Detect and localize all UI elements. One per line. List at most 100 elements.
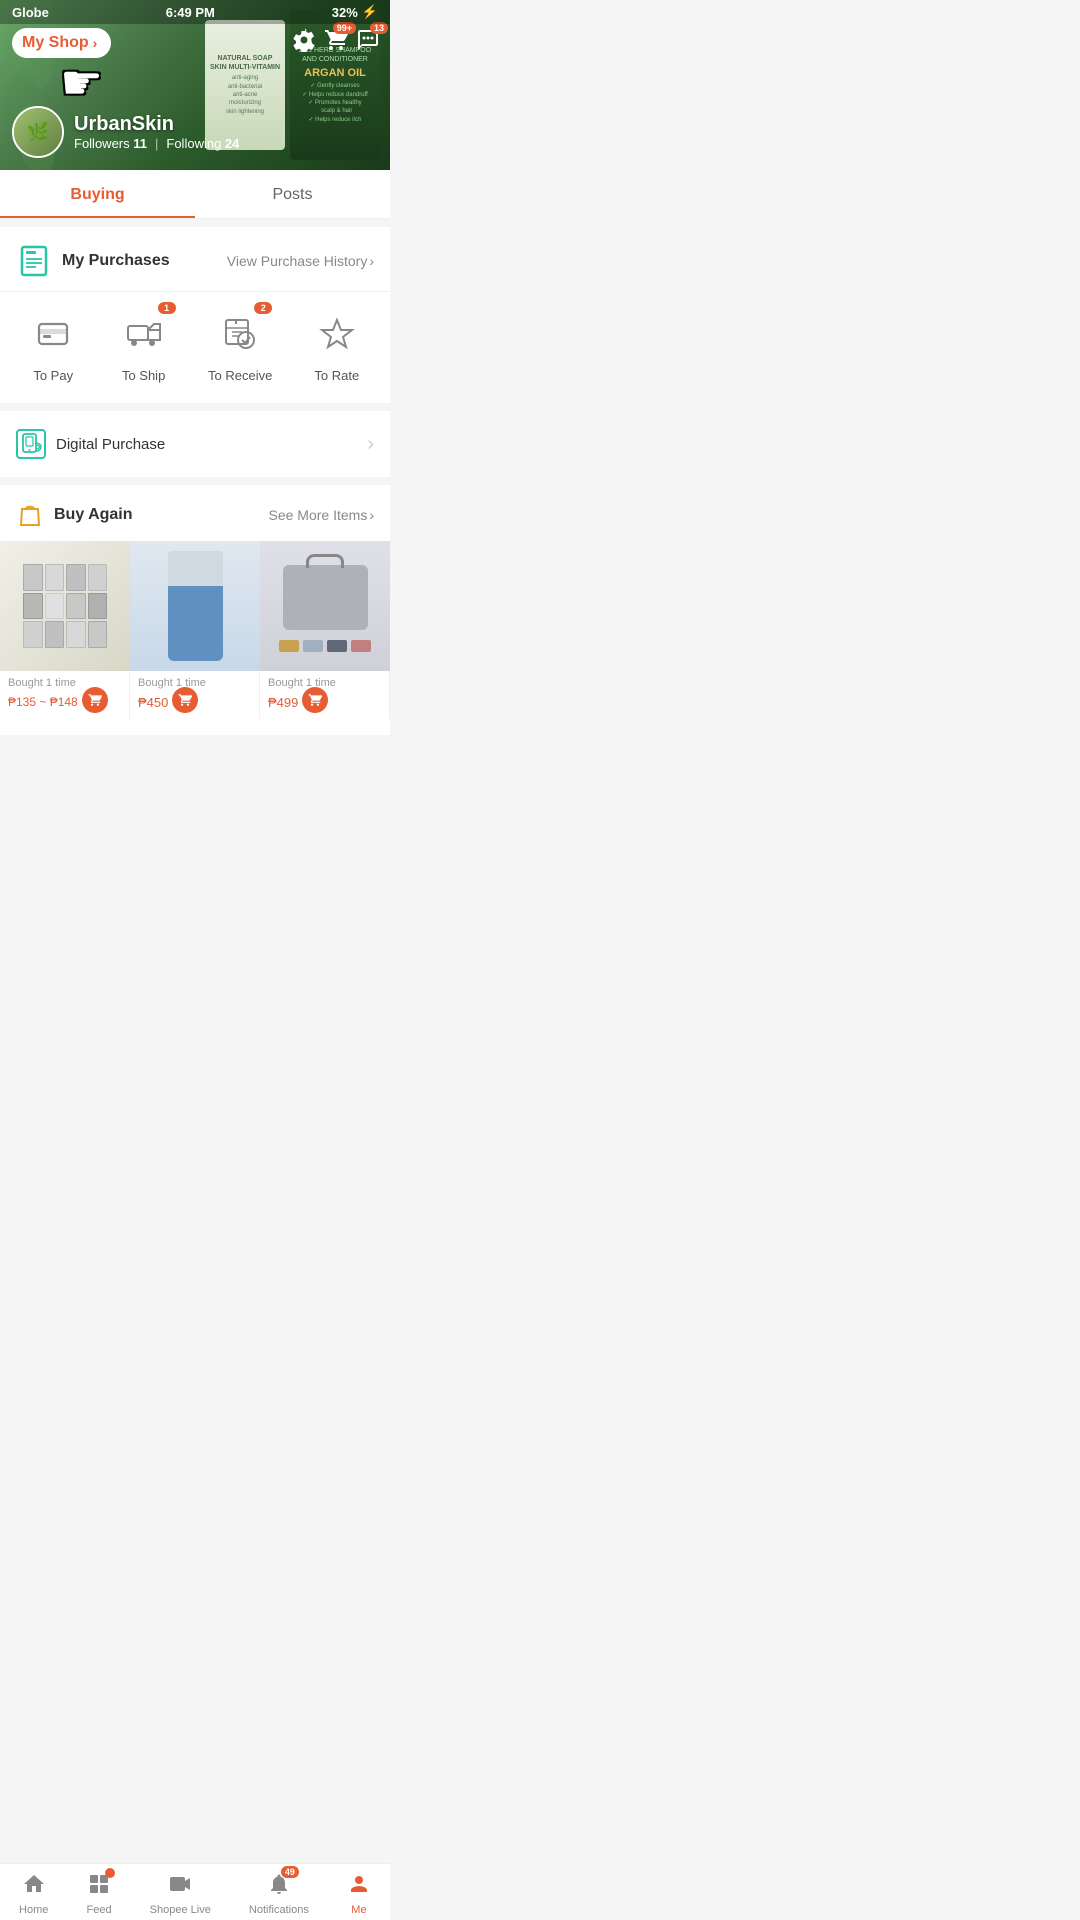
product-price-2: ₱450 [138, 691, 251, 713]
cursor-icon: ☛ [60, 55, 103, 111]
product-img-1 [0, 541, 130, 671]
feed-badge [105, 1868, 115, 1878]
buy-again-card: Buy Again See More Items › [0, 485, 390, 735]
bag-body [283, 565, 368, 630]
time-label: 6:49 PM [166, 5, 215, 20]
view-history-label: View Purchase History [227, 253, 368, 269]
view-history-button[interactable]: View Purchase History › [227, 253, 374, 269]
bottom-nav: Home Feed Shopee Live 49 [0, 1863, 390, 1920]
see-more-button[interactable]: See More Items › [269, 507, 375, 523]
my-shop-button[interactable]: My Shop › [12, 28, 111, 58]
digital-purchase-left: Digital Purchase [16, 429, 165, 459]
buy-again-header: Buy Again See More Items › [0, 485, 390, 541]
digital-purchase-icon [16, 429, 46, 459]
avatar[interactable]: 🌿 [12, 106, 64, 158]
notifications-label: Notifications [249, 1904, 309, 1916]
bought-times-1: Bought 1 time [8, 677, 121, 689]
shopee-live-icon [168, 1872, 192, 1902]
jeans-bottom [168, 586, 223, 661]
my-purchases-card: My Purchases View Purchase History › To … [0, 227, 390, 403]
nav-feed[interactable]: Feed [86, 1872, 111, 1916]
nav-notifications[interactable]: 49 Notifications [249, 1872, 309, 1916]
product-price-1: ₱135 ~ ₱148 [8, 691, 121, 713]
to-pay-icon [35, 316, 71, 352]
nav-me[interactable]: Me [347, 1872, 371, 1916]
tab-buying[interactable]: Buying [0, 170, 195, 218]
settings-button[interactable] [292, 28, 316, 58]
my-shop-arrow-icon: › [93, 35, 98, 51]
buy-again-title: Buy Again [54, 506, 133, 524]
to-rate-icon-wrap [311, 308, 363, 360]
add-to-cart-btn-3[interactable] [302, 687, 328, 713]
tab-posts[interactable]: Posts [195, 170, 390, 218]
battery-label: 32% [332, 5, 358, 20]
price-value-1: ₱135 ~ ₱148 [8, 695, 78, 709]
my-shop-label: My Shop [22, 34, 89, 52]
product-info-1: Bought 1 time ₱135 ~ ₱148 [0, 671, 129, 719]
stat-divider: | [155, 136, 158, 151]
shopee-live-label: Shopee Live [150, 1904, 211, 1916]
jeans-visual [165, 551, 225, 661]
status-right: 32% ⚡ [332, 4, 378, 20]
product-info-2: Bought 1 time ₱450 [130, 671, 259, 719]
to-pay-icon-wrap [27, 308, 79, 360]
avatar-image: 🌿 [14, 108, 62, 156]
view-history-arrow: › [369, 253, 374, 269]
username: UrbanSkin [74, 113, 239, 136]
me-label: Me [351, 1904, 366, 1916]
product-img-3 [260, 541, 390, 671]
carrier-label: Globe [12, 5, 49, 20]
nav-home[interactable]: Home [19, 1872, 48, 1916]
following-label: Following 24 [166, 136, 239, 151]
digital-purchase-title: Digital Purchase [56, 436, 165, 453]
bought-times-3: Bought 1 time [268, 677, 381, 689]
add-to-cart-btn-2[interactable] [172, 687, 198, 713]
product-img-2 [130, 541, 260, 671]
to-receive-label: To Receive [208, 368, 272, 383]
chat-button[interactable]: 13 [356, 28, 380, 58]
product-price-3: ₱499 [268, 691, 381, 713]
bag-handle [306, 554, 344, 568]
feed-label: Feed [86, 1904, 111, 1916]
nav-shopee-live[interactable]: Shopee Live [150, 1872, 211, 1916]
to-rate-item[interactable]: To Rate [311, 308, 363, 383]
add-to-cart-btn-1[interactable] [82, 687, 108, 713]
status-bar: Globe 6:49 PM 32% ⚡ [0, 0, 390, 24]
see-more-arrow: › [369, 507, 374, 523]
buy-again-left: Buy Again [16, 501, 133, 529]
feed-icon [87, 1872, 111, 1902]
price-value-2: ₱450 [138, 695, 168, 710]
product-card-1[interactable]: Bought 1 time ₱135 ~ ₱148 [0, 541, 130, 719]
to-rate-icon [319, 316, 355, 352]
to-ship-icon [126, 316, 162, 352]
to-pay-item[interactable]: To Pay [27, 308, 79, 383]
digital-purchase-arrow: › [367, 433, 374, 456]
home-label: Home [19, 1904, 48, 1916]
to-ship-label: To Ship [122, 368, 165, 383]
jeans-top [168, 551, 223, 586]
product-card-2[interactable]: Bought 1 time ₱450 [130, 541, 260, 719]
to-receive-icon-wrap: 2 [214, 308, 266, 360]
profile-stats: Followers 11 | Following 24 [74, 136, 239, 151]
to-receive-badge: 2 [254, 302, 272, 314]
to-ship-item[interactable]: 1 To Ship [118, 308, 170, 383]
me-icon [347, 1872, 371, 1902]
to-ship-badge: 1 [158, 302, 176, 314]
bottom-spacer [0, 743, 390, 813]
to-rate-label: To Rate [314, 368, 359, 383]
battery-icon: ⚡ [362, 4, 378, 20]
top-icons: 99+ 13 [292, 28, 380, 58]
digital-purchase-section[interactable]: Digital Purchase › [0, 411, 390, 477]
bag-visual [283, 560, 368, 630]
purchase-status-row: To Pay 1 To Ship [0, 292, 390, 403]
to-receive-item[interactable]: 2 To Receive [208, 308, 272, 383]
bag-colors [279, 640, 371, 652]
hero-banner: 2in1 HERB SHAMPOOAND CONDITIONER ARGAN O… [0, 0, 390, 170]
tabs: Buying Posts [0, 170, 390, 219]
product-card-3[interactable]: Bought 1 time ₱499 [260, 541, 390, 719]
product-scroll: Bought 1 time ₱135 ~ ₱148 [0, 541, 390, 735]
purchases-header: My Purchases View Purchase History › [0, 227, 390, 292]
phone-icon [19, 433, 43, 455]
to-pay-label: To Pay [33, 368, 73, 383]
cart-button[interactable]: 99+ [324, 28, 348, 58]
